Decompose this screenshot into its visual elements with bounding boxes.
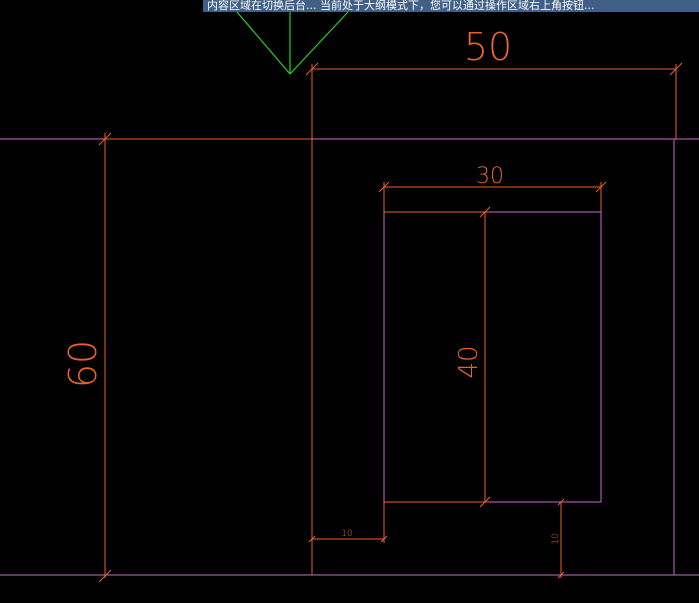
cad-drawing-canvas[interactable]: 50 60 30 40 10 10 (0, 0, 699, 603)
window-opening (383, 211, 602, 503)
dimension-lines (98, 62, 683, 583)
view-marker-icon (236, 11, 349, 75)
dimension-40-label: 40 (454, 345, 484, 378)
dimension-60-label: 60 (61, 340, 105, 388)
dimension-10-bottom-label: 10 (551, 533, 561, 544)
dimension-30-label: 30 (476, 164, 504, 189)
dimension-50-label: 50 (464, 25, 512, 69)
dimension-10-left-label: 10 (341, 529, 352, 539)
